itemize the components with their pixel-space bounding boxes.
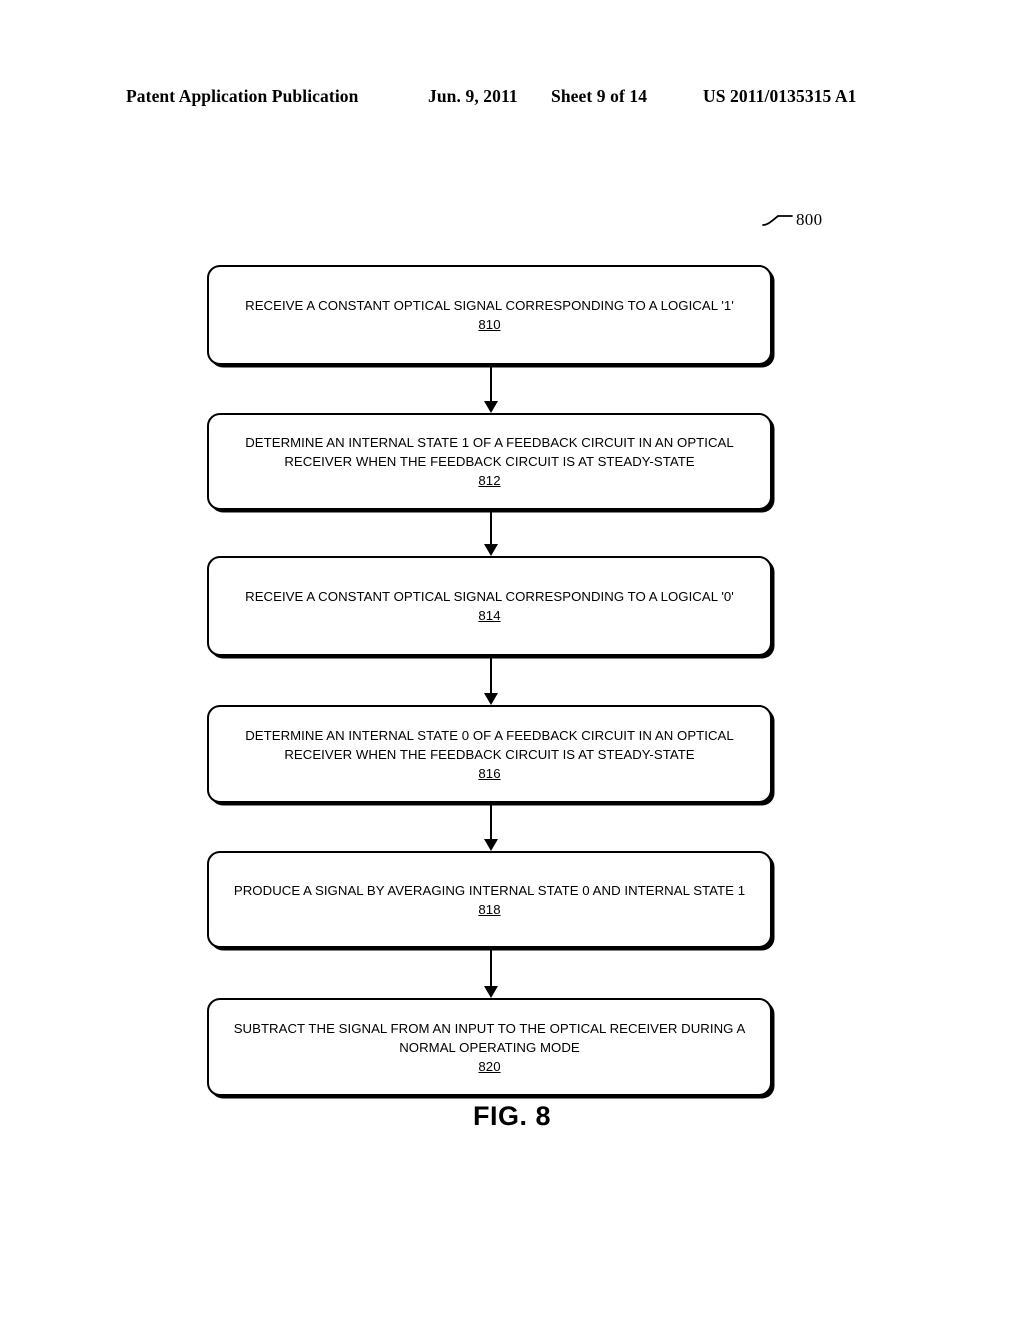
arrow-stem bbox=[490, 804, 492, 840]
arrow-stem bbox=[490, 511, 492, 545]
flow-step-814: RECEIVE A CONSTANT OPTICAL SIGNAL CORRES… bbox=[207, 556, 772, 656]
flow-step-814-ref: 814 bbox=[478, 608, 501, 623]
flow-arrow-810-to-812 bbox=[483, 366, 499, 413]
arrowhead-down-icon bbox=[484, 544, 498, 556]
flow-arrow-818-to-820 bbox=[483, 949, 499, 998]
flow-step-812-ref: 812 bbox=[478, 473, 501, 488]
flow-step-814-text: RECEIVE A CONSTANT OPTICAL SIGNAL CORRES… bbox=[245, 589, 734, 604]
arrow-stem bbox=[490, 949, 492, 987]
arrowhead-down-icon bbox=[484, 401, 498, 413]
flow-step-812: DETERMINE AN INTERNAL STATE 1 OF A FEEDB… bbox=[207, 413, 772, 510]
flow-step-812-content: DETERMINE AN INTERNAL STATE 1 OF A FEEDB… bbox=[209, 433, 770, 490]
flow-step-812-text: DETERMINE AN INTERNAL STATE 1 OF A FEEDB… bbox=[245, 435, 734, 469]
flow-step-810: RECEIVE A CONSTANT OPTICAL SIGNAL CORRES… bbox=[207, 265, 772, 365]
flow-step-820: SUBTRACT THE SIGNAL FROM AN INPUT TO THE… bbox=[207, 998, 772, 1096]
flow-step-816-content: DETERMINE AN INTERNAL STATE 0 OF A FEEDB… bbox=[209, 726, 770, 783]
flow-arrow-814-to-816 bbox=[483, 657, 499, 705]
flow-step-820-text: SUBTRACT THE SIGNAL FROM AN INPUT TO THE… bbox=[233, 1020, 746, 1055]
flow-step-818-content: PRODUCE A SIGNAL BY AVERAGING INTERNAL S… bbox=[209, 881, 770, 919]
flow-step-810-ref: 810 bbox=[478, 317, 501, 332]
flow-step-810-text: RECEIVE A CONSTANT OPTICAL SIGNAL CORRES… bbox=[245, 298, 734, 313]
flow-step-820-ref: 820 bbox=[478, 1058, 501, 1074]
flow-step-818: PRODUCE A SIGNAL BY AVERAGING INTERNAL S… bbox=[207, 851, 772, 948]
arrow-stem bbox=[490, 366, 492, 402]
arrowhead-down-icon bbox=[484, 986, 498, 998]
flow-arrow-812-to-814 bbox=[483, 511, 499, 556]
flow-step-816: DETERMINE AN INTERNAL STATE 0 OF A FEEDB… bbox=[207, 705, 772, 803]
flow-step-810-content: RECEIVE A CONSTANT OPTICAL SIGNAL CORRES… bbox=[209, 296, 770, 334]
arrowhead-down-icon bbox=[484, 693, 498, 705]
flow-step-818-ref: 818 bbox=[478, 901, 501, 917]
figure-caption: FIG. 8 bbox=[472, 1101, 551, 1131]
arrow-stem bbox=[490, 657, 492, 694]
flow-step-816-text: DETERMINE AN INTERNAL STATE 0 OF A FEEDB… bbox=[245, 727, 734, 762]
flow-step-816-ref: 816 bbox=[478, 765, 501, 781]
flow-step-814-content: RECEIVE A CONSTANT OPTICAL SIGNAL CORRES… bbox=[209, 587, 770, 625]
arrowhead-down-icon bbox=[484, 839, 498, 851]
flow-step-820-content: SUBTRACT THE SIGNAL FROM AN INPUT TO THE… bbox=[209, 1019, 770, 1076]
flow-arrow-816-to-818 bbox=[483, 804, 499, 851]
flow-step-818-text: PRODUCE A SIGNAL BY AVERAGING INTERNAL S… bbox=[233, 882, 746, 898]
